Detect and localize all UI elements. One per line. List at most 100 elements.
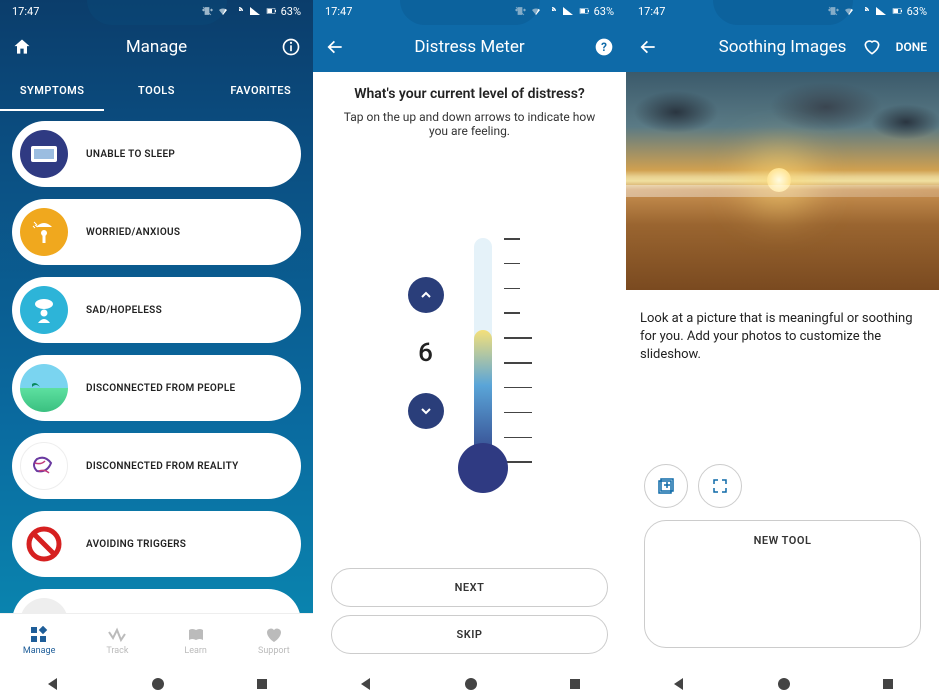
soothing-description: Look at a picture that is meaningful or … [640,310,925,365]
screen-soothing-images: 17:47 63% Soothing Images DONE Look at a… [626,0,939,700]
skip-button[interactable]: SKIP [331,615,608,654]
app-bar: Soothing Images DONE [626,22,939,72]
tab-symptoms[interactable]: SYMPTOMS [0,72,104,111]
page-title: Distress Meter [385,37,554,57]
help-icon: ? [594,37,614,57]
battery-text: 63% [594,5,614,18]
pillow-icon [20,130,68,178]
tab-bar: SYMPTOMS TOOLS FAVORITES [0,72,313,111]
nav-label: Support [258,646,290,656]
notch-shadow [400,0,540,25]
distress-content: What's your current level of distress? T… [313,72,626,668]
nav-label: Manage [23,646,55,656]
tab-tools[interactable]: TOOLS [104,72,208,111]
decrease-button[interactable] [408,393,444,429]
back-button[interactable] [325,37,385,57]
cloud-person-icon [20,286,68,334]
recent-icon[interactable] [255,677,269,691]
app-bar: Distress Meter ? [313,22,626,72]
chevron-down-icon [420,405,432,417]
add-photo-icon [657,477,675,495]
info-icon [281,37,301,57]
thermo-tube [474,238,492,468]
battery-text: 63% [907,5,927,18]
nav-manage[interactable]: Manage [0,614,78,668]
home-button[interactable] [12,37,72,57]
back-button[interactable] [638,37,698,57]
symptom-list[interactable]: UNABLE TO SLEEP WORRIED/ANXIOUS SAD/HOPE… [0,111,313,613]
nav-track[interactable]: Track [78,614,156,668]
battery-icon [578,5,590,17]
symptom-item[interactable]: DISCONNECTED FROM PEOPLE [12,355,301,421]
meter-area: 6 [331,148,608,558]
cell-icon [562,5,574,17]
signal-icon [859,5,871,17]
tab-favorites[interactable]: FAVORITES [209,72,313,111]
home-icon [12,37,32,57]
arrow-left-icon [325,37,345,57]
info-button[interactable] [241,37,301,57]
app-bar: Manage [0,22,313,72]
symptom-label: AVOIDING TRIGGERS [86,539,186,550]
symptom-item[interactable] [12,589,301,613]
screen-manage: 17:47 63% Manage SYMPTOMS TOOLS FAVORITE… [0,0,313,700]
home-nav-icon[interactable] [150,676,166,692]
battery-icon [265,5,277,17]
wave-icon [108,626,126,644]
home-nav-icon[interactable] [776,676,792,692]
fullscreen-icon [712,478,728,494]
status-time: 17:47 [12,5,39,18]
new-tool-button[interactable]: NEW TOOL [644,520,921,648]
distress-subtitle: Tap on the up and down arrows to indicat… [331,110,608,138]
nav-learn[interactable]: Learn [157,614,235,668]
tool-actions [640,464,925,520]
symptom-label: DISCONNECTED FROM REALITY [86,461,239,472]
favorite-button[interactable] [862,37,882,57]
recent-icon[interactable] [881,677,895,691]
done-button[interactable]: DONE [896,40,927,54]
placeholder-icon [20,598,68,613]
distress-question: What's your current level of distress? [331,86,608,102]
symptom-item[interactable]: DISCONNECTED FROM REALITY [12,433,301,499]
notch-shadow [713,0,853,25]
heart-outline-icon [862,37,882,57]
nav-support[interactable]: Support [235,614,313,668]
screen-distress-meter: 17:47 63% Distress Meter ? What's your c… [313,0,626,700]
battery-text: 63% [281,5,301,18]
next-button[interactable]: NEXT [331,568,608,607]
nav-label: Learn [184,646,207,656]
symptom-item[interactable]: WORRIED/ANXIOUS [12,199,301,265]
beach-icon [20,364,68,412]
umbrella-person-icon [20,208,68,256]
action-buttons: NEXT SKIP [331,568,608,654]
system-nav [626,668,939,700]
recent-icon[interactable] [568,677,582,691]
help-button[interactable]: ? [554,37,614,57]
page-title: Soothing Images [698,37,867,57]
symptom-label: DISCONNECTED FROM PEOPLE [86,383,236,394]
symptom-item[interactable]: UNABLE TO SLEEP [12,121,301,187]
no-symbol-icon [20,520,68,568]
thermo-ticks [504,238,532,468]
distress-value: 6 [418,338,433,368]
increase-button[interactable] [408,277,444,313]
cell-icon [875,5,887,17]
back-icon[interactable] [671,676,687,692]
fullscreen-button[interactable] [698,464,742,508]
bottom-nav: Manage Track Learn Support [0,613,313,668]
notch-shadow [87,0,227,25]
arrow-left-icon [638,37,658,57]
back-icon[interactable] [358,676,374,692]
soothing-image[interactable] [626,72,939,290]
soothing-content: Look at a picture that is meaningful or … [626,290,939,668]
book-icon [187,626,205,644]
home-nav-icon[interactable] [463,676,479,692]
back-icon[interactable] [45,676,61,692]
add-photo-button[interactable] [644,464,688,508]
battery-icon [891,5,903,17]
symptom-item[interactable]: SAD/HOPELESS [12,277,301,343]
symptom-label: SAD/HOPELESS [86,305,162,316]
symptom-item[interactable]: AVOIDING TRIGGERS [12,511,301,577]
page-title: Manage [72,37,241,57]
symptom-label: UNABLE TO SLEEP [86,149,175,160]
